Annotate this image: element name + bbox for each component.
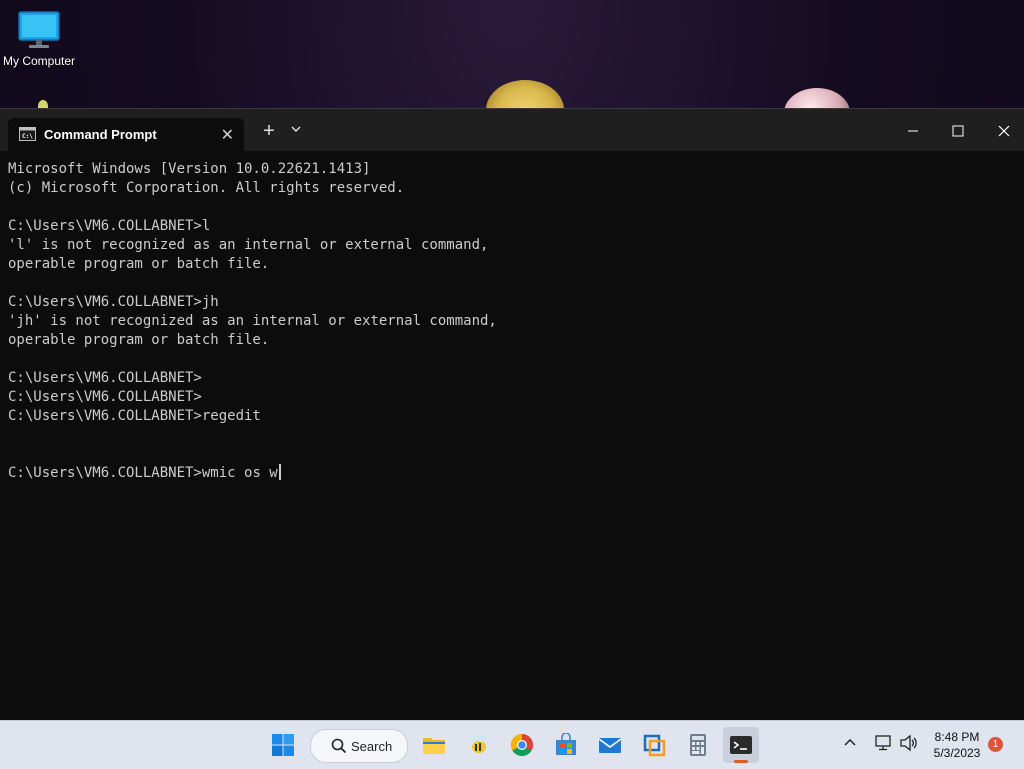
start-button[interactable] [265,727,301,763]
console-line: 'jh' is not recognized as an internal or… [8,313,497,329]
console-prompt: C:\Users\VM6.COLLABNET> [8,465,202,481]
console-current-input[interactable]: wmic os w [202,465,278,481]
console-line: C:\Users\VM6.COLLABNET> [8,370,202,386]
desktop-icon-my-computer[interactable]: My Computer [0,8,78,68]
chevron-down-icon[interactable] [290,124,302,134]
taskbar-calculator[interactable] [680,727,716,763]
microsoft-store-icon [556,733,576,755]
console-line: operable program or batch file. [8,256,270,272]
console-history: Microsoft Windows [Version 10.0.22621.14… [8,160,1016,464]
taskbar-file-explorer[interactable] [416,727,452,763]
virtualbox-icon [643,734,666,757]
taskbar-virtualbox[interactable] [636,727,672,763]
console-line: C:\Users\VM6.COLLABNET>l [8,218,211,234]
console-input-line[interactable]: C:\Users\VM6.COLLABNET>wmic os w [8,464,1016,483]
network-icon[interactable] [874,734,894,752]
close-tab-icon[interactable]: ✕ [221,125,234,145]
new-tab-button[interactable]: + [259,121,279,142]
console-line: C:\Users\VM6.COLLABNET>regedit [8,408,261,424]
console-line: Microsoft Windows [Version 10.0.22621.14… [8,161,371,177]
mail-icon [598,738,622,753]
notification-badge[interactable]: 1 [988,737,1003,752]
taskbar-clock[interactable]: 8:48 PM 5/3/2023 [922,729,992,761]
console-line: (c) Microsoft Corporation. All rights re… [8,180,405,196]
search-icon [331,738,347,754]
console-line: 'l' is not recognized as an internal or … [8,237,489,253]
console-line: operable program or batch file. [8,332,270,348]
bee-app-icon [471,736,487,753]
clock-date: 5/3/2023 [933,746,981,760]
file-explorer-icon [423,738,445,754]
start-icon [272,734,294,756]
taskbar-search[interactable]: Search [310,729,408,763]
taskbar-bee-app[interactable] [461,727,497,763]
console-line: C:\Users\VM6.COLLABNET>jh [8,294,219,310]
taskbar-terminal[interactable] [723,727,759,763]
close-window-button[interactable] [984,119,1024,143]
text-cursor [278,464,281,480]
taskbar: Search 8:48 PM 5/3/2023 1 [0,720,1024,769]
clock-time: 8:48 PM [934,730,980,744]
cmd-icon: C:\ [19,127,36,141]
terminal-window: C:\ Command Prompt ✕ + Microsoft Windows… [0,108,1024,721]
chevron-up-icon[interactable] [843,735,857,749]
search-label: Search [351,739,393,754]
taskbar-microsoft-store[interactable] [548,727,584,763]
console-line: C:\Users\VM6.COLLABNET> [8,389,202,405]
chrome-icon [511,734,533,756]
maximize-button[interactable] [938,119,978,143]
terminal-icon [730,736,752,754]
tab-title: Command Prompt [44,127,157,142]
tab-command-prompt[interactable]: C:\ Command Prompt ✕ [8,118,244,151]
monitor-icon [18,11,60,48]
taskbar-chrome[interactable] [504,727,540,763]
minimize-button[interactable] [893,119,933,143]
title-bar[interactable]: C:\ Command Prompt ✕ + [0,109,1024,151]
taskbar-mail[interactable] [592,727,628,763]
calculator-icon [690,734,706,756]
volume-icon[interactable] [899,734,919,752]
desktop-icon-label: My Computer [2,54,76,68]
svg-text:C:\: C:\ [22,133,33,140]
console-output[interactable]: Microsoft Windows [Version 10.0.22621.14… [8,160,1016,483]
